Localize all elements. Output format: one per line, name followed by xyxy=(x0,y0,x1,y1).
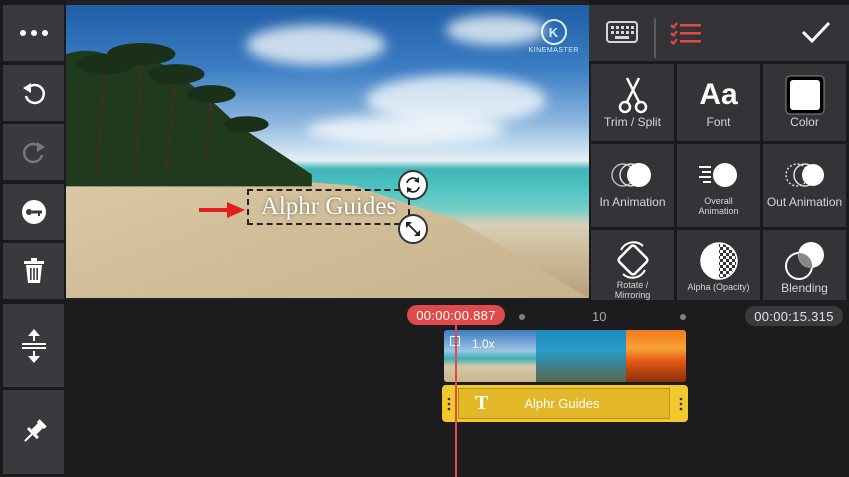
tool-in-animation[interactable]: In Animation xyxy=(591,144,674,227)
left-toolbar xyxy=(0,0,66,477)
tool-label: Trim / Split xyxy=(604,115,661,129)
video-preview[interactable]: K KINEMASTER Alphr Guides xyxy=(66,5,589,298)
expand-timeline-button[interactable] xyxy=(3,304,64,387)
rotate-icon xyxy=(406,177,420,193)
keyboard-icon xyxy=(606,21,638,43)
confirm-button[interactable] xyxy=(801,20,831,49)
tool-label: Rotate / Mirroring xyxy=(614,280,651,300)
overall-animation-icon xyxy=(698,163,737,187)
more-button[interactable] xyxy=(3,5,64,61)
key-icon xyxy=(21,200,46,224)
delete-button[interactable] xyxy=(3,243,64,299)
keyboard-button[interactable] xyxy=(606,21,638,48)
palm-trees xyxy=(66,43,312,187)
tool-label: Color xyxy=(790,115,819,129)
kinemaster-logo-icon: K xyxy=(540,19,567,45)
tool-out-animation[interactable]: Out Animation xyxy=(763,144,846,227)
playhead[interactable] xyxy=(455,320,457,477)
resize-icon xyxy=(406,222,420,236)
text-clip[interactable]: T Alphr Guides xyxy=(442,385,688,422)
ellipsis-icon xyxy=(19,30,48,36)
tool-alpha-opacity[interactable]: Alpha (Opacity) xyxy=(677,230,760,300)
clip-thumbnail-sunset xyxy=(626,330,686,382)
rotate-handle[interactable] xyxy=(398,170,428,200)
redo-icon xyxy=(22,142,45,164)
panel-header xyxy=(589,5,849,61)
color-swatch-icon xyxy=(785,75,824,115)
opacity-icon xyxy=(699,242,738,280)
trash-icon xyxy=(23,258,44,283)
scissors-icon xyxy=(618,77,647,114)
tool-label: Alpha (Opacity) xyxy=(687,282,750,292)
font-aa-icon: Aa xyxy=(699,78,738,111)
tool-font[interactable]: Aa Font xyxy=(677,64,760,141)
tool-color[interactable]: Color xyxy=(763,64,846,141)
clip-speed-label: 1.0x xyxy=(472,337,495,351)
tool-trim-split[interactable]: Trim / Split xyxy=(591,64,674,141)
pin-button[interactable] xyxy=(3,390,64,474)
tool-label: Font xyxy=(706,115,731,129)
tool-blending[interactable]: Blending xyxy=(763,230,846,300)
clip-thumbnail-reef xyxy=(536,330,626,382)
pin-icon xyxy=(23,419,47,442)
tool-rotate-mirroring[interactable]: Rotate / Mirroring xyxy=(591,230,674,300)
undo-button[interactable] xyxy=(3,65,64,121)
tool-label: Overall Animation xyxy=(698,196,739,216)
redo-button[interactable] xyxy=(3,124,64,180)
rotate-mirror-icon xyxy=(616,241,649,279)
resize-handle[interactable] xyxy=(398,214,428,244)
text-clip-label: Alphr Guides xyxy=(524,396,600,411)
checkmark-icon xyxy=(801,21,831,44)
trim-handle-right[interactable] xyxy=(679,397,683,411)
options-panel: Trim / Split Aa Font Color In Animation … xyxy=(589,0,849,300)
cloud xyxy=(306,115,506,145)
checklist-icon xyxy=(670,22,701,46)
checklist-button[interactable] xyxy=(670,21,702,50)
tool-label: In Animation xyxy=(599,195,666,209)
ruler-tick xyxy=(519,314,525,320)
key-button[interactable] xyxy=(3,184,64,240)
blending-icon xyxy=(784,242,824,280)
in-animation-icon xyxy=(610,163,651,187)
kinemaster-editor: K KINEMASTER Alphr Guides Trim / Split A… xyxy=(0,0,849,477)
red-arrow-icon xyxy=(199,202,245,218)
trim-handle-left[interactable] xyxy=(447,397,451,411)
kinemaster-watermark: K KINEMASTER xyxy=(528,19,579,54)
ruler-tick xyxy=(680,314,686,320)
text-t-icon: T xyxy=(475,392,489,414)
tool-overall-animation[interactable]: Overall Animation xyxy=(677,144,760,227)
header-divider xyxy=(654,18,656,58)
text-clip-body: T Alphr Guides xyxy=(458,388,670,419)
tool-label: Out Animation xyxy=(766,195,843,209)
total-time-pill: 00:00:15.315 xyxy=(745,306,843,326)
out-animation-icon xyxy=(784,163,824,187)
tool-label: Blending xyxy=(781,281,828,295)
ruler-label: 10 xyxy=(592,309,607,324)
undo-icon xyxy=(22,83,45,105)
video-clip[interactable]: 1.0x xyxy=(444,330,686,382)
overlay-text: Alphr Guides xyxy=(260,193,397,220)
text-layer-selection[interactable]: Alphr Guides xyxy=(247,189,410,225)
watermark-text: KINEMASTER xyxy=(528,47,579,54)
expand-vertical-icon xyxy=(21,328,46,363)
